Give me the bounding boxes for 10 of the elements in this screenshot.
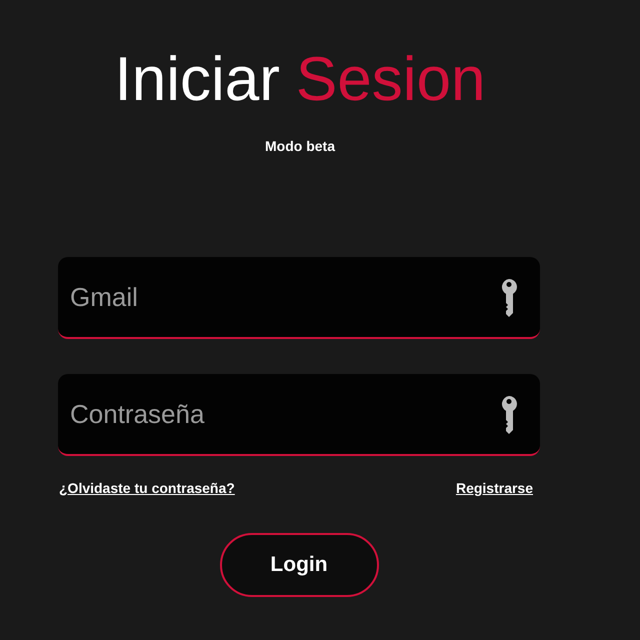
key-icon	[500, 396, 518, 434]
title-text: Iniciar	[114, 44, 280, 116]
input-field[interactable]: Gmail	[58, 257, 540, 339]
login-button[interactable]: Login	[220, 533, 378, 597]
forgot-password-link[interactable]: ¿Olvidaste tu contraseña?	[59, 478, 235, 499]
subtitle: Modo beta	[265, 137, 335, 156]
register-link[interactable]: Registrarse	[456, 478, 533, 499]
title-text-accent: Sesion	[296, 44, 486, 116]
input-field[interactable]: Contraseña	[58, 374, 540, 456]
key-icon	[500, 279, 518, 317]
